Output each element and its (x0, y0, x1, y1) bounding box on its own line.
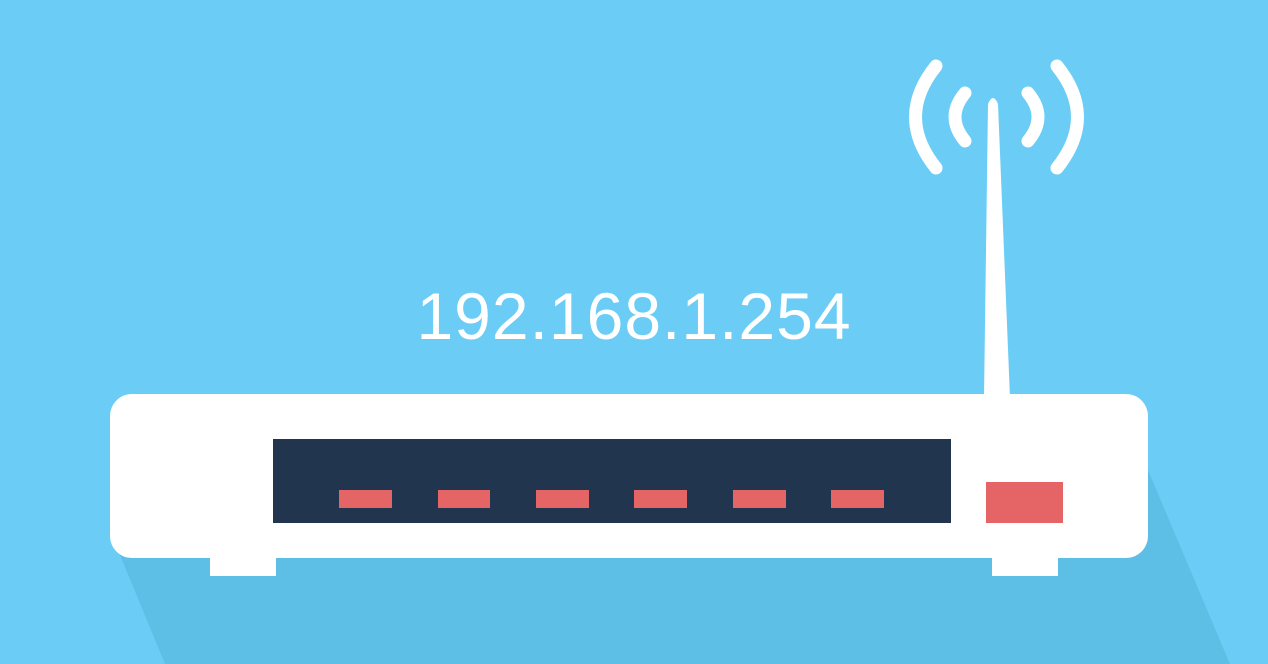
wifi-wave-left-inner (948, 86, 972, 148)
power-indicator (986, 482, 1063, 523)
port-light-2 (438, 490, 490, 508)
wifi-wave-right-inner (1021, 86, 1045, 148)
port-panel (273, 439, 951, 523)
ip-address-label: 192.168.1.254 (0, 276, 1268, 356)
ip-address-text: 192.168.1.254 (416, 279, 852, 353)
router-illustration: 192.168.1.254 (0, 0, 1268, 664)
port-light-5 (733, 490, 786, 508)
wifi-wave-right-outer (1050, 59, 1084, 175)
port-light-1 (339, 490, 392, 508)
port-light-3 (536, 490, 589, 508)
wifi-wave-left-outer (909, 59, 943, 175)
port-light-4 (634, 490, 687, 508)
port-light-6 (831, 490, 884, 508)
